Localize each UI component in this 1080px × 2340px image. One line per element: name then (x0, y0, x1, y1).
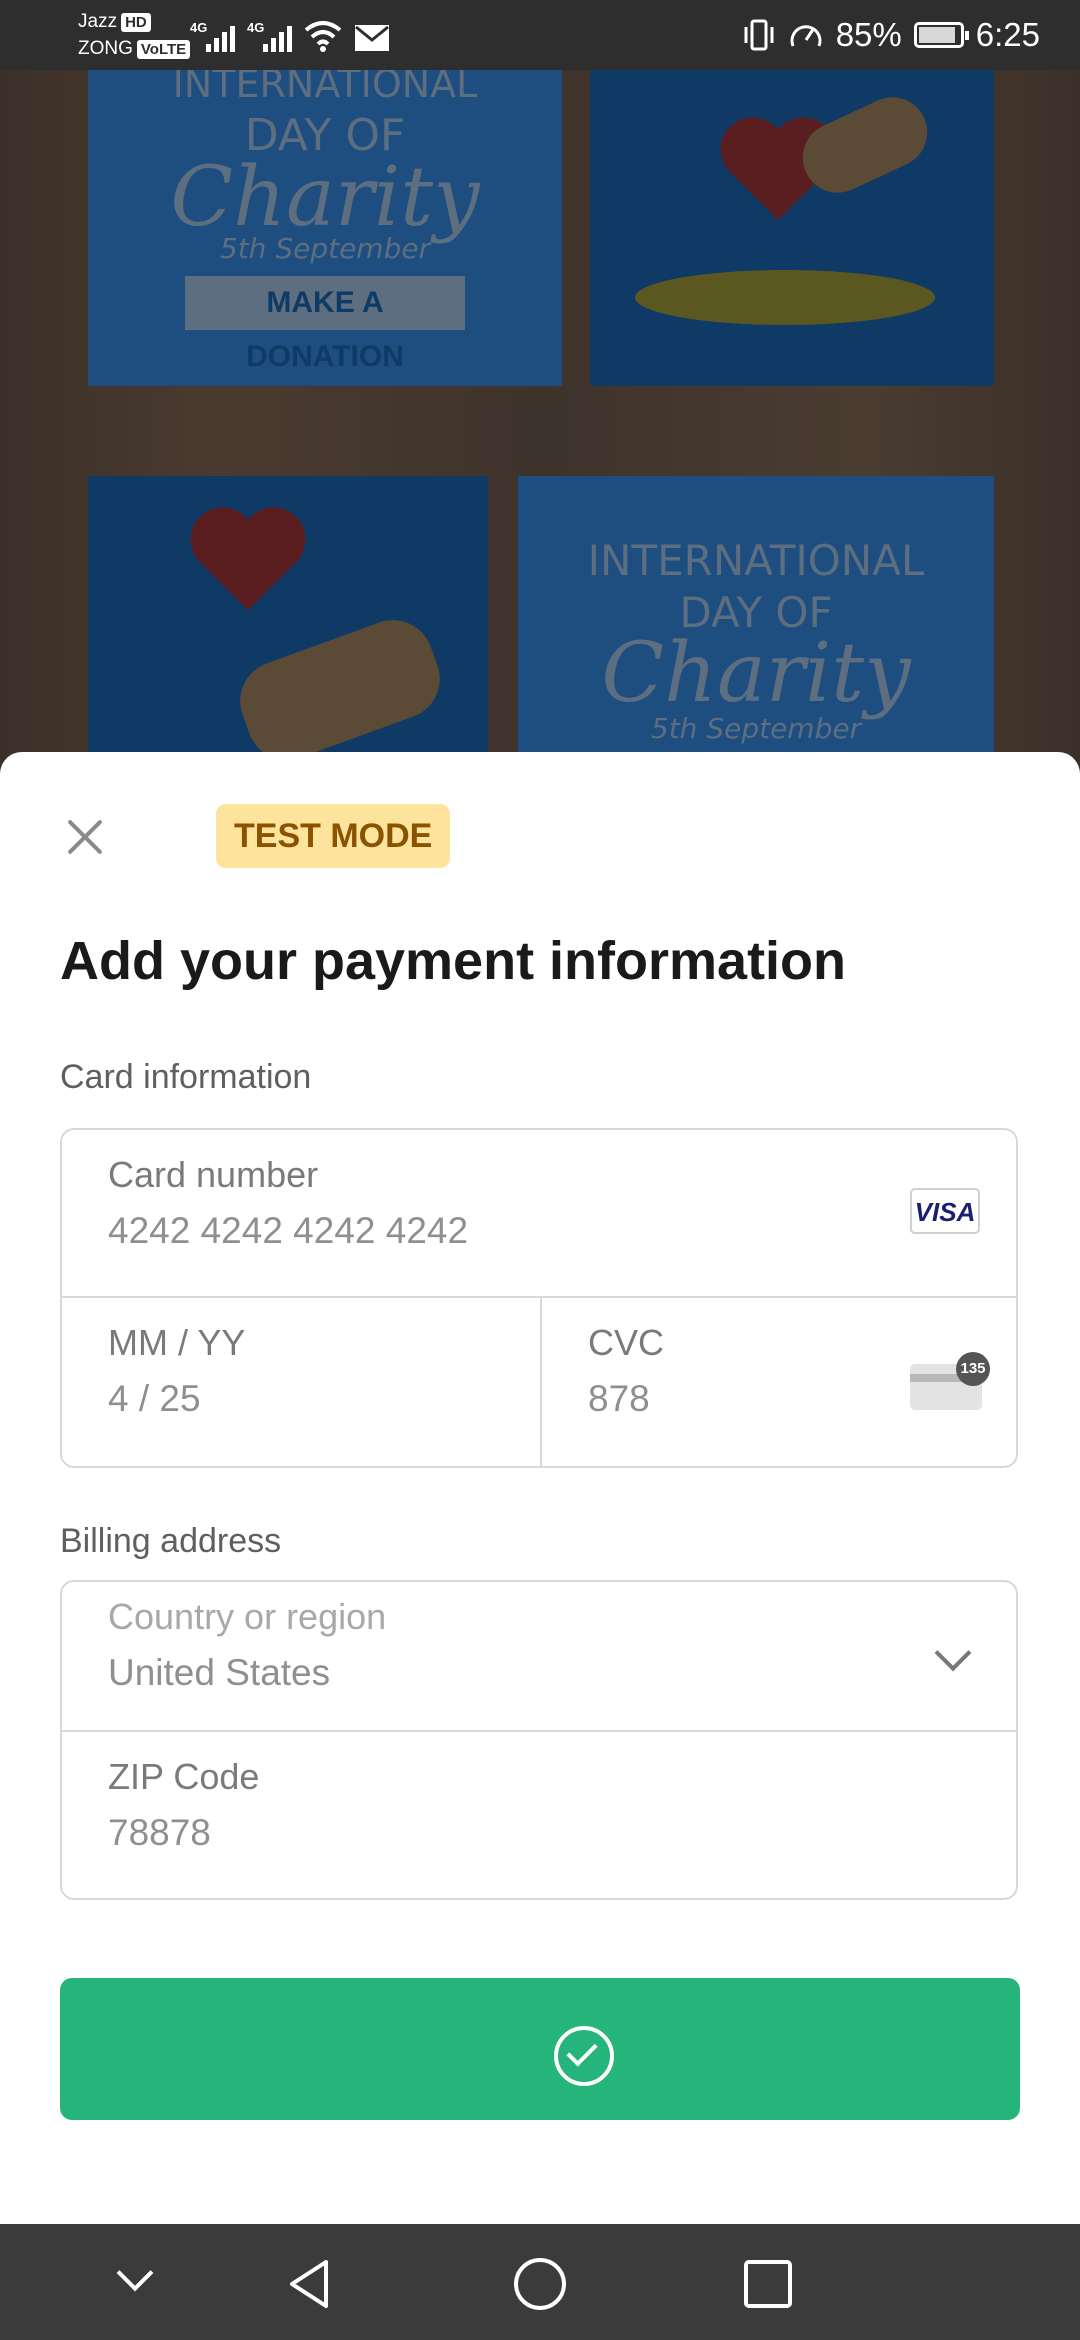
card-number-label: Card number (108, 1154, 319, 1195)
battery-percent: 85% (835, 16, 902, 53)
billing-address-label: Billing address (60, 1522, 282, 1560)
card2-line3: Charity (601, 626, 911, 721)
signal-icon: 4G (190, 20, 235, 52)
back-icon[interactable] (280, 2254, 340, 2314)
clock: 6:25 (975, 16, 1040, 53)
signal-icon: 4G (247, 20, 292, 52)
donate-banner: MAKE A DONATION (185, 276, 465, 373)
card-information-box: Card number 4242 4242 4242 4242 VISA MM … (60, 1128, 1018, 1468)
speed-icon (790, 25, 822, 47)
visa-icon: VISA (910, 1188, 980, 1234)
cvc-field[interactable]: CVC 878 135 (542, 1298, 1018, 1468)
test-mode-badge: TEST MODE (216, 804, 451, 868)
carrier-info: Jazz HD ZONG VoLTE (78, 8, 191, 62)
signal-icons: 4G 4G (190, 16, 390, 52)
vibrate-icon (744, 19, 774, 51)
carrier1-name: Jazz (78, 11, 118, 32)
card2-line4: 5th September (650, 712, 862, 745)
checkmark-icon (554, 2026, 614, 2086)
card1-line4: 5th September (219, 232, 431, 265)
carrier1-tag: HD (121, 13, 151, 32)
carrier2-tag: VoLTE (136, 40, 191, 59)
card2-line1: INTERNATIONAL (587, 536, 925, 585)
carrier2-name: ZONG (78, 38, 133, 59)
cvc-number-badge: 135 (956, 1352, 990, 1386)
card-information-label: Card information (60, 1058, 312, 1096)
payment-sheet: TEST MODE Add your payment information C… (0, 752, 1080, 2224)
mail-icon (355, 25, 389, 51)
card1-line1: INTERNATIONAL (172, 70, 478, 106)
recents-icon[interactable] (738, 2254, 798, 2314)
card-number-field[interactable]: Card number 4242 4242 4242 4242 VISA (62, 1130, 1016, 1298)
card1-line3: Charity (170, 150, 480, 245)
card-number-value: 4242 4242 4242 4242 (108, 1210, 469, 1251)
country-label: Country or region (108, 1596, 387, 1637)
zip-label: ZIP Code (108, 1756, 260, 1797)
close-button[interactable] (60, 812, 110, 862)
zip-field[interactable]: ZIP Code 78878 (62, 1732, 1016, 1900)
country-value: United States (108, 1652, 331, 1693)
status-bar: Jazz HD ZONG VoLTE 4G 4G 85% 6:25 (0, 0, 1080, 70)
zip-value: 78878 (108, 1812, 211, 1853)
heart-image (190, 510, 310, 620)
battery-icon (913, 22, 969, 48)
cvc-card-icon: 135 (910, 1352, 990, 1410)
home-icon[interactable] (510, 2254, 570, 2314)
expiry-field[interactable]: MM / YY 4 / 25 (62, 1298, 542, 1468)
expiry-label: MM / YY (108, 1322, 246, 1363)
status-right: 85% 6:25 (742, 10, 1040, 60)
chevron-down-icon[interactable] (106, 2254, 166, 2314)
pay-button[interactable] (60, 1978, 1020, 2120)
jar-lid-image (635, 270, 935, 325)
page-title: Add your payment information (60, 931, 847, 991)
wifi-icon (304, 21, 342, 52)
billing-address-box: Country or region United States ZIP Code… (60, 1580, 1018, 1900)
expiry-value: 4 / 25 (108, 1378, 201, 1419)
background-content: INTERNATIONAL DAY OF Charity 5th Septemb… (0, 70, 1080, 806)
country-select[interactable]: Country or region United States (62, 1582, 1016, 1732)
navigation-bar (0, 2224, 1080, 2340)
